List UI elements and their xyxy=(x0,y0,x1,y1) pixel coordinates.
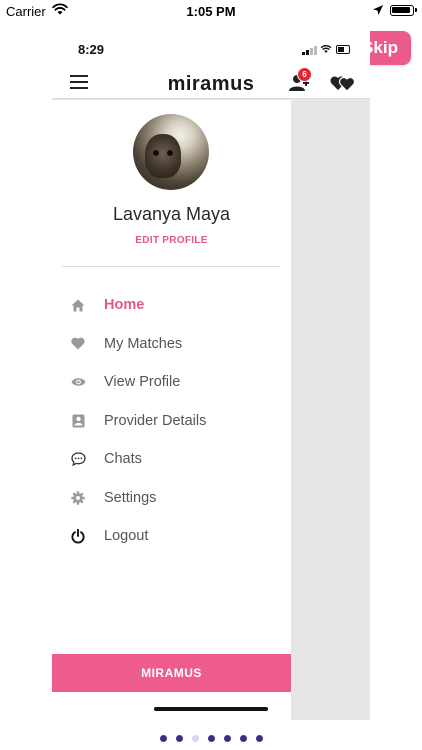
eye-icon xyxy=(71,378,85,386)
menu-item-my-matches[interactable]: My Matches xyxy=(52,325,291,364)
page-dot[interactable] xyxy=(159,735,167,742)
location-arrow-icon xyxy=(373,5,383,15)
phone-screen: 8:29 miramus 6 Lavanya Maya EDIT PROFILE… xyxy=(52,30,370,720)
menu-item-label: Chats xyxy=(104,451,142,468)
drawer-footer-banner: MIRAMUS xyxy=(52,654,291,692)
clock: 1:05 PM xyxy=(186,4,236,19)
menu-item-logout[interactable]: Logout xyxy=(52,517,291,556)
page-dot[interactable] xyxy=(207,735,215,742)
menu-item-label: View Profile xyxy=(104,374,181,391)
device-wifi-icon xyxy=(320,45,332,53)
contact-card-icon xyxy=(72,414,84,428)
menu-item-label: Home xyxy=(104,297,145,314)
page-indicator xyxy=(0,735,422,742)
page-dot[interactable] xyxy=(223,735,231,742)
menu-item-view-profile[interactable]: View Profile xyxy=(52,363,291,402)
device-status-bar: 8:29 xyxy=(52,30,370,68)
menu-item-label: Settings xyxy=(104,489,157,506)
heart-icon xyxy=(71,337,85,350)
page-dot[interactable] xyxy=(255,735,263,742)
navigation-drawer: Lavanya Maya EDIT PROFILE Home My Matche… xyxy=(52,100,291,720)
avatar-photo xyxy=(145,134,181,178)
page-dot[interactable] xyxy=(191,735,199,742)
matches-hearts-icon[interactable] xyxy=(330,74,356,92)
drawer-menu: Home My Matches View Profile Provider De… xyxy=(52,286,291,556)
app-header: miramus 6 xyxy=(52,67,370,99)
menu-item-label: My Matches xyxy=(104,335,183,352)
home-icon xyxy=(71,299,85,312)
power-icon xyxy=(71,528,85,544)
footer-label: MIRAMUS xyxy=(141,666,202,680)
menu-item-label: Logout xyxy=(104,528,149,545)
menu-item-provider-details[interactable]: Provider Details xyxy=(52,402,291,441)
menu-item-chats[interactable]: Chats xyxy=(52,440,291,479)
menu-item-home[interactable]: Home xyxy=(52,286,291,325)
menu-item-settings[interactable]: Settings xyxy=(52,479,291,518)
page-dot[interactable] xyxy=(239,735,247,742)
gear-icon xyxy=(71,491,85,505)
signal-icon xyxy=(302,46,317,55)
app-logo: miramus xyxy=(167,73,255,95)
chat-bubble-icon xyxy=(70,452,86,467)
profile-name: Lavanya Maya xyxy=(112,204,231,224)
menu-item-label: Provider Details xyxy=(104,412,207,429)
device-clock: 8:29 xyxy=(78,42,105,57)
outer-status-bar: Carrier 1:05 PM xyxy=(0,0,422,24)
battery-icon xyxy=(390,5,417,16)
divider xyxy=(62,266,280,267)
edit-profile-link[interactable]: EDIT PROFILE xyxy=(52,235,291,246)
home-indicator[interactable] xyxy=(154,707,268,711)
page-dot[interactable] xyxy=(175,735,183,742)
avatar[interactable] xyxy=(133,114,209,190)
notification-badge: 6 xyxy=(297,67,312,82)
device-battery-icon xyxy=(336,45,350,54)
